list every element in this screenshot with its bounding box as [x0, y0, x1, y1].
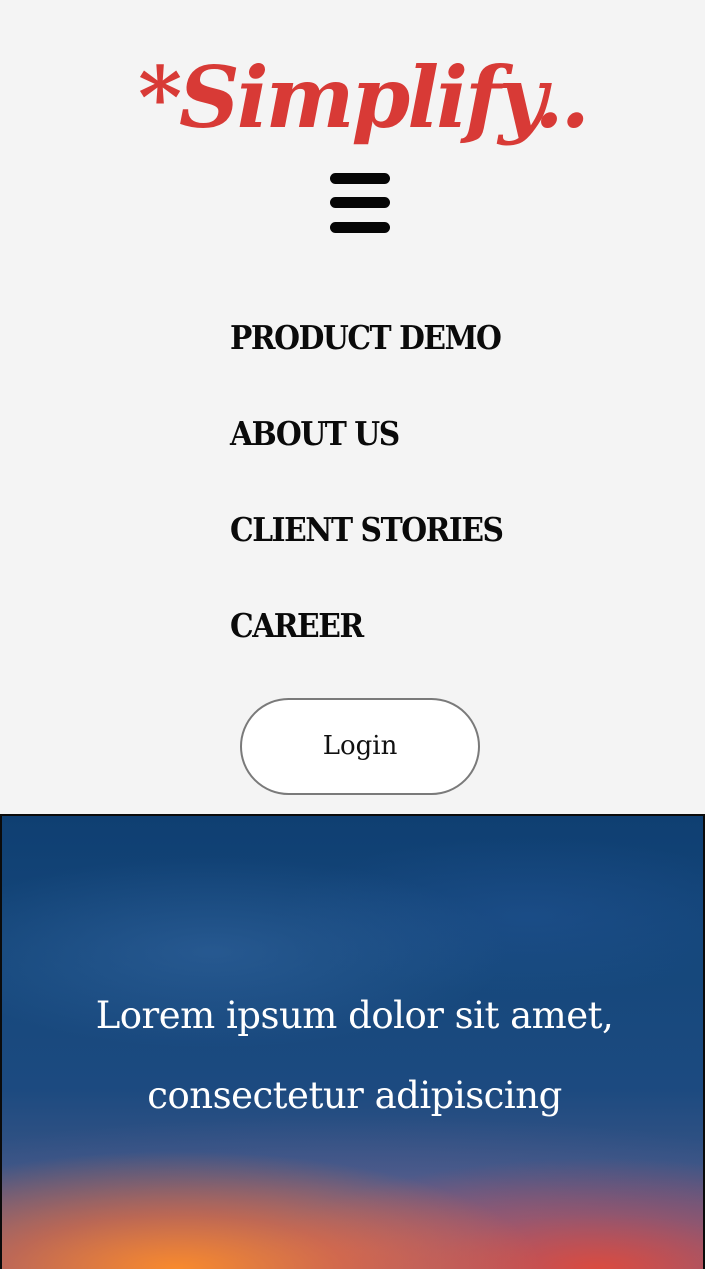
login-button[interactable]: Login: [240, 698, 480, 795]
hero-text-line-1: Lorem ipsum dolor sit amet,: [95, 994, 614, 1037]
hero-banner: Lorem ipsum dolor sit amet, consectetur …: [0, 814, 705, 1269]
main-nav: PRODUCT DEMO ABOUT US CLIENT STORIES CAR…: [230, 308, 533, 692]
brand-logo[interactable]: *Simplify..: [10, 42, 705, 154]
hero-text: Lorem ipsum dolor sit amet, consectetur …: [2, 976, 703, 1136]
hero-text-line-2: consectetur adipiscing: [147, 1074, 562, 1117]
nav-item-product-demo: PRODUCT DEMO: [230, 308, 533, 404]
hamburger-menu-icon[interactable]: [330, 172, 390, 236]
nav-item-client-stories: CLIENT STORIES: [230, 500, 533, 596]
nav-item-about-us: ABOUT US: [230, 404, 533, 500]
nav-link-client-stories[interactable]: CLIENT STORIES: [230, 500, 504, 560]
nav-link-career[interactable]: CAREER: [230, 596, 364, 656]
site-header: *Simplify.. PRODUCT DEMO ABOUT US CLIENT…: [0, 0, 705, 812]
nav-link-product-demo[interactable]: PRODUCT DEMO: [230, 308, 502, 368]
nav-item-career: CAREER: [230, 596, 533, 692]
hamburger-bar: [330, 222, 390, 233]
hamburger-bar: [330, 197, 390, 208]
hamburger-bar: [330, 173, 390, 184]
nav-link-about-us[interactable]: ABOUT US: [230, 404, 400, 464]
